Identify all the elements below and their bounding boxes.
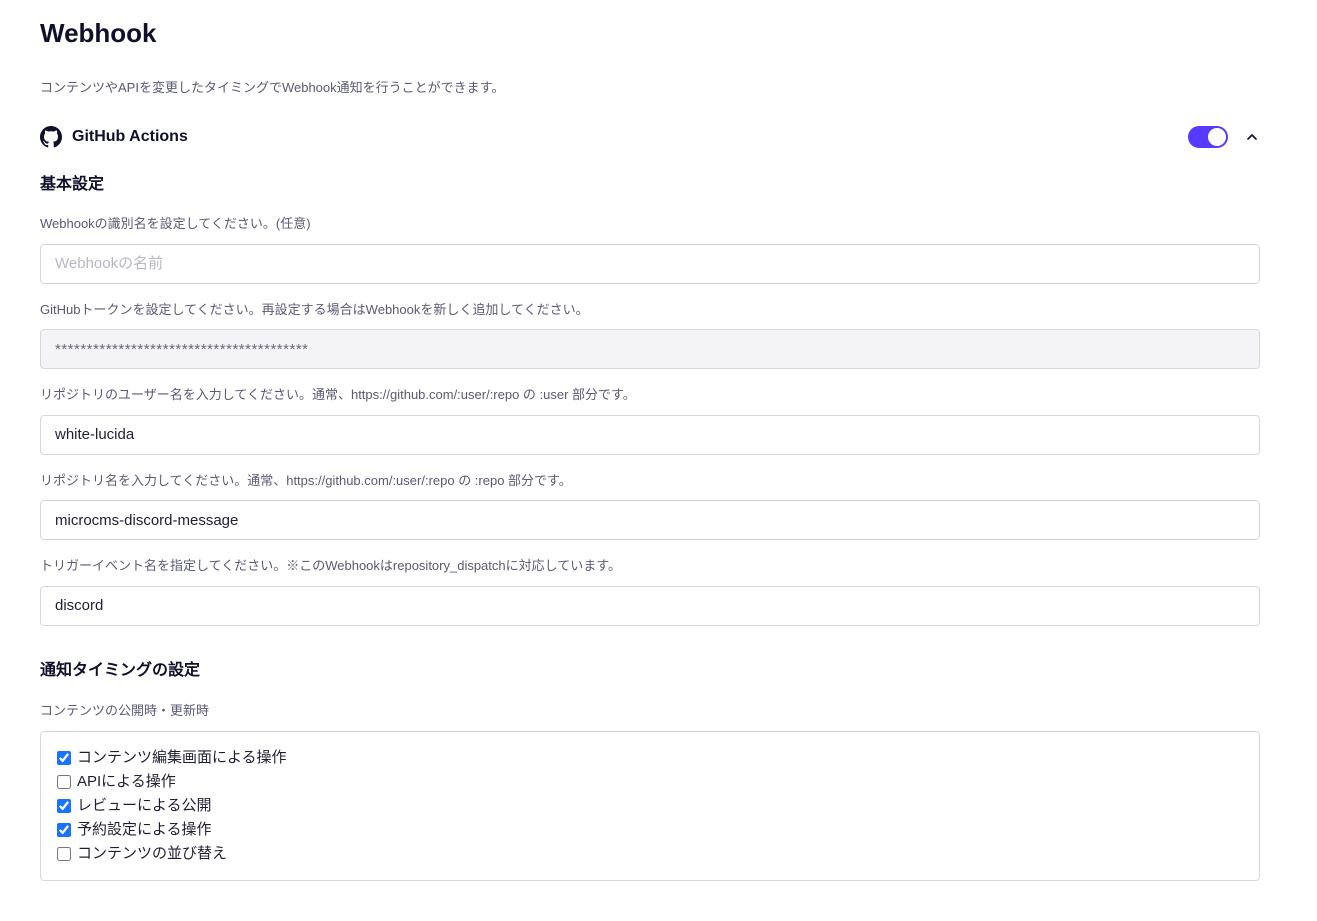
webhook-name-input[interactable] <box>40 244 1260 284</box>
repo-user-input[interactable] <box>40 415 1260 455</box>
page-title: Webhook <box>40 18 1260 49</box>
timing-checkbox[interactable] <box>57 775 71 789</box>
github-token-label: GitHubトークンを設定してください。再設定する場合はWebhookを新しく追… <box>40 300 1260 320</box>
timing-checkbox-label[interactable]: APIによる操作 <box>77 770 176 794</box>
timing-item: レビューによる公開 <box>57 794 1243 818</box>
page-description: コンテンツやAPIを変更したタイミングでWebhook通知を行うことができます。 <box>40 77 1260 96</box>
timing-checkbox[interactable] <box>57 799 71 813</box>
chevron-up-icon[interactable] <box>1244 129 1260 145</box>
webhook-name-label: Webhookの識別名を設定してください。(任意) <box>40 214 1260 234</box>
integration-name: GitHub Actions <box>72 128 188 146</box>
integration-header: GitHub Actions <box>40 126 1260 148</box>
timing-checkbox-label[interactable]: 予約設定による操作 <box>77 818 212 842</box>
timing-item: 予約設定による操作 <box>57 818 1243 842</box>
timing-checkbox-group: コンテンツ編集画面による操作APIによる操作レビューによる公開予約設定による操作… <box>40 731 1260 881</box>
timing-checkbox-label[interactable]: コンテンツの並び替え <box>77 842 227 866</box>
trigger-event-label: トリガーイベント名を指定してください。※このWebhookはrepository… <box>40 556 1260 576</box>
timing-checkbox-label[interactable]: レビューによる公開 <box>77 794 212 818</box>
timing-checkbox-label[interactable]: コンテンツ編集画面による操作 <box>77 746 287 770</box>
timing-checkbox[interactable] <box>57 751 71 765</box>
basic-settings-title: 基本設定 <box>40 170 1260 194</box>
timing-checkbox[interactable] <box>57 847 71 861</box>
timing-group-label: コンテンツの公開時・更新時 <box>40 700 1260 719</box>
integration-toggle[interactable] <box>1188 126 1228 148</box>
timing-item: APIによる操作 <box>57 770 1243 794</box>
repo-name-label: リポジトリ名を入力してください。通常、https://github.com/:u… <box>40 471 1260 491</box>
repo-user-label: リポジトリのユーザー名を入力してください。通常、https://github.c… <box>40 385 1260 405</box>
github-token-input <box>40 329 1260 369</box>
trigger-event-input[interactable] <box>40 586 1260 626</box>
repo-name-input[interactable] <box>40 500 1260 540</box>
github-icon <box>40 126 62 148</box>
timing-item: コンテンツ編集画面による操作 <box>57 746 1243 770</box>
timing-item: コンテンツの並び替え <box>57 842 1243 866</box>
timing-settings-title: 通知タイミングの設定 <box>40 656 1260 680</box>
timing-checkbox[interactable] <box>57 823 71 837</box>
